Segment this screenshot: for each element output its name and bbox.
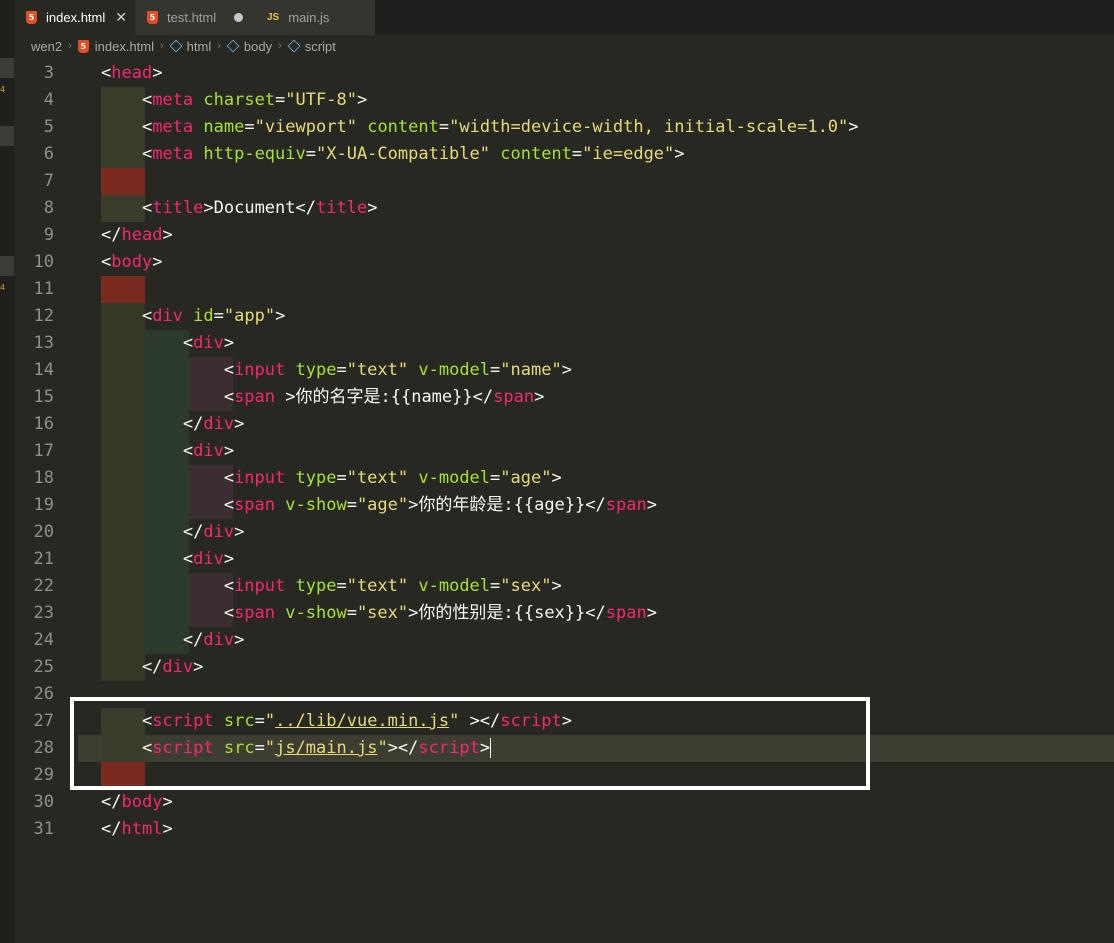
line-number: 13 [33, 333, 54, 353]
line-number: 21 [33, 549, 54, 569]
code-line: 30 </body> [14, 789, 1114, 816]
unsaved-dot-icon[interactable] [234, 13, 243, 22]
code-line: 14 <input type="text" v-model="name"> [14, 357, 1114, 384]
age-text: 你的年龄是:{{age}} [418, 495, 586, 515]
code-line: 3 <head> [14, 60, 1114, 87]
code-line: 10 <body> [14, 249, 1114, 276]
app-id-value: app [234, 306, 265, 326]
sex-text: 你的性别是:{{sex}} [418, 603, 586, 623]
chevron-right-icon: › [217, 40, 221, 52]
code-line: 12 <div id="app"> [14, 303, 1114, 330]
breadcrumb-item[interactable]: html [187, 39, 212, 54]
code-line: 5 <meta name="viewport" content="width=d… [14, 114, 1114, 141]
element-cube-icon [169, 39, 183, 53]
line-number: 4 [43, 90, 54, 110]
code-line: 22 <input type="text" v-model="sex"> [14, 573, 1114, 600]
html5-icon: 5 [147, 11, 158, 24]
code-line: 24 </div> [14, 627, 1114, 654]
chevron-right-icon: › [68, 40, 72, 52]
line-number: 14 [33, 360, 54, 380]
code-line: 15 <span >你的名字是:{{name}}</span> [14, 384, 1114, 411]
line-number: 6 [43, 144, 54, 164]
line-number: 19 [33, 495, 54, 515]
line-number: 28 [33, 738, 54, 758]
html5-icon: 5 [77, 39, 89, 53]
code-line: 4 <meta charset="UTF-8"> [14, 87, 1114, 114]
code-line: 20 </div> [14, 519, 1114, 546]
line-number: 30 [33, 792, 54, 812]
breadcrumb-item[interactable]: wen2 [31, 39, 62, 54]
html5-icon: 5 [26, 11, 37, 24]
line-number: 31 [33, 819, 54, 839]
line-number: 8 [43, 198, 54, 218]
line-number: 25 [33, 657, 54, 677]
line-number: 22 [33, 576, 54, 596]
line-number: 27 [33, 711, 54, 731]
code-line: 11 [14, 276, 1114, 303]
code-line: 31 </html> [14, 816, 1114, 843]
code-line: 6 <meta http-equiv="X-UA-Compatible" con… [14, 141, 1114, 168]
line-number: 12 [33, 306, 54, 326]
line-number: 15 [33, 387, 54, 407]
tab-bar: 5 index.html ✕ 5 test.html JS main.js [14, 0, 1114, 35]
line-number: 26 [33, 684, 54, 704]
tab-label: index.html [46, 10, 106, 25]
tab-index-html[interactable]: 5 index.html ✕ [14, 0, 135, 35]
line-number: 24 [33, 630, 54, 650]
js-icon: JS [267, 12, 280, 23]
tab-main-js[interactable]: JS main.js [255, 0, 375, 35]
line-number: 16 [33, 414, 54, 434]
code-line: 18 <input type="text" v-model="age"> [14, 465, 1114, 492]
tab-label: test.html [167, 10, 217, 25]
code-line: 16 </div> [14, 411, 1114, 438]
annotation-highlight-box [70, 697, 870, 790]
name-binding: name [510, 360, 552, 380]
code-line: 7 [14, 168, 1114, 195]
breadcrumb-item[interactable]: script [305, 39, 336, 54]
line-number: 3 [43, 63, 54, 83]
name-text: 你的名字是:{{name}} [295, 387, 473, 407]
sex-binding: sex [510, 576, 542, 596]
line-number: 11 [33, 279, 54, 299]
line-number: 10 [33, 252, 54, 272]
line-number: 5 [43, 117, 54, 137]
code-line: 13 <div> [14, 330, 1114, 357]
line-number: 7 [43, 171, 54, 191]
title-text: Document [213, 198, 296, 218]
line-number: 20 [33, 522, 54, 542]
line-number: 17 [33, 441, 54, 461]
breadcrumb-item[interactable]: index.html [95, 39, 154, 54]
tab-test-html[interactable]: 5 test.html [135, 0, 255, 35]
age-binding: age [510, 468, 542, 488]
breadcrumb: wen2 › 5 index.html › html › body › scri… [14, 35, 1114, 57]
tab-label: main.js [288, 10, 330, 25]
chevron-right-icon: › [278, 40, 282, 52]
line-number: 29 [33, 765, 54, 785]
line-number: 23 [33, 603, 54, 623]
code-line: 23 <span v-show="sex">你的性别是:{{sex}}</spa… [14, 600, 1114, 627]
line-number: 9 [43, 225, 54, 245]
code-line: 19 <span v-show="age">你的年龄是:{{age}}</spa… [14, 492, 1114, 519]
code-line: 8 <title>Document</title> [14, 195, 1114, 222]
code-line: 17 <div> [14, 438, 1114, 465]
breadcrumb-item[interactable]: body [244, 39, 272, 54]
close-icon[interactable]: ✕ [115, 9, 127, 26]
code-line: 25 </div> [14, 654, 1114, 681]
code-line: 21 <div> [14, 546, 1114, 573]
code-line: 9 </head> [14, 222, 1114, 249]
chevron-right-icon: › [160, 40, 164, 52]
element-cube-icon [226, 39, 240, 53]
element-cube-icon [287, 39, 301, 53]
line-number: 18 [33, 468, 54, 488]
